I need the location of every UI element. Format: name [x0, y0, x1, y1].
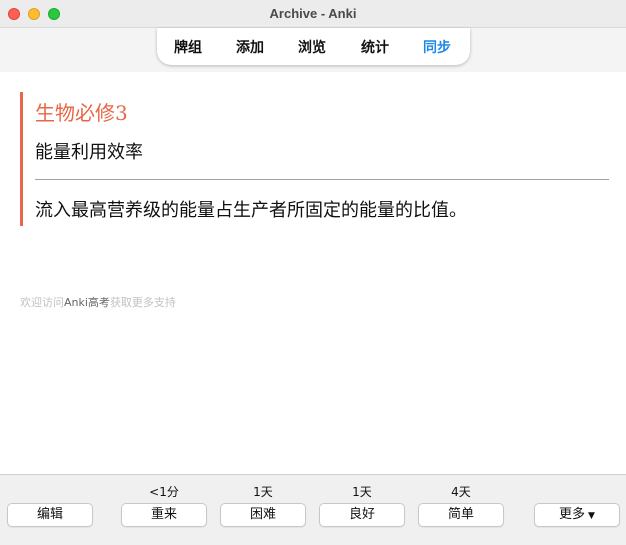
title-bar: Archive - Anki: [0, 0, 626, 28]
window-title: Archive - Anki: [269, 6, 357, 21]
promo-prefix: 欢迎访问: [20, 296, 64, 309]
toolbar-stats[interactable]: 统计: [361, 37, 389, 57]
good-interval: 1天: [352, 485, 372, 499]
toolbar-decks[interactable]: 牌组: [174, 37, 202, 57]
good-button[interactable]: 良好: [319, 503, 405, 527]
easy-button[interactable]: 简单: [418, 503, 504, 527]
caret-down-icon: ▼: [588, 511, 595, 521]
toolbar-sync[interactable]: 同步: [423, 37, 451, 57]
promo-link[interactable]: Anki高考: [64, 296, 110, 309]
toolbar-browse[interactable]: 浏览: [298, 37, 326, 57]
again-button[interactable]: 重来: [121, 503, 207, 527]
more-label: 更多: [559, 507, 586, 522]
deck-title: 生物必修3: [35, 101, 128, 125]
edit-button[interactable]: 编辑: [7, 503, 93, 527]
promo-suffix: 获取更多支持: [109, 296, 176, 309]
more-button[interactable]: 更多 ▼: [534, 503, 620, 527]
card-front: 能量利用效率: [35, 142, 143, 163]
card-back: 流入最高营养级的能量占生产者所固定的能量的比值。: [35, 200, 467, 221]
again-interval: <1分: [149, 485, 179, 499]
hard-interval: 1天: [253, 485, 273, 499]
easy-interval: 4天: [451, 485, 471, 499]
toolbar-add[interactable]: 添加: [236, 37, 264, 57]
card-content: 生物必修3 能量利用效率 流入最高营养级的能量占生产者所固定的能量的比值。: [20, 92, 611, 226]
toolbar-area: 牌组 添加 浏览 统计 同步: [0, 28, 626, 72]
answer-divider: [35, 179, 609, 180]
promo-text: 欢迎访问Anki高考获取更多支持: [20, 294, 176, 310]
hard-button[interactable]: 困难: [220, 503, 306, 527]
main-toolbar: 牌组 添加 浏览 统计 同步: [157, 28, 470, 65]
bottom-bar: 编辑 <1分 重来 1天 困难 1天 良好 4天 简单 更多 ▼: [0, 474, 626, 545]
